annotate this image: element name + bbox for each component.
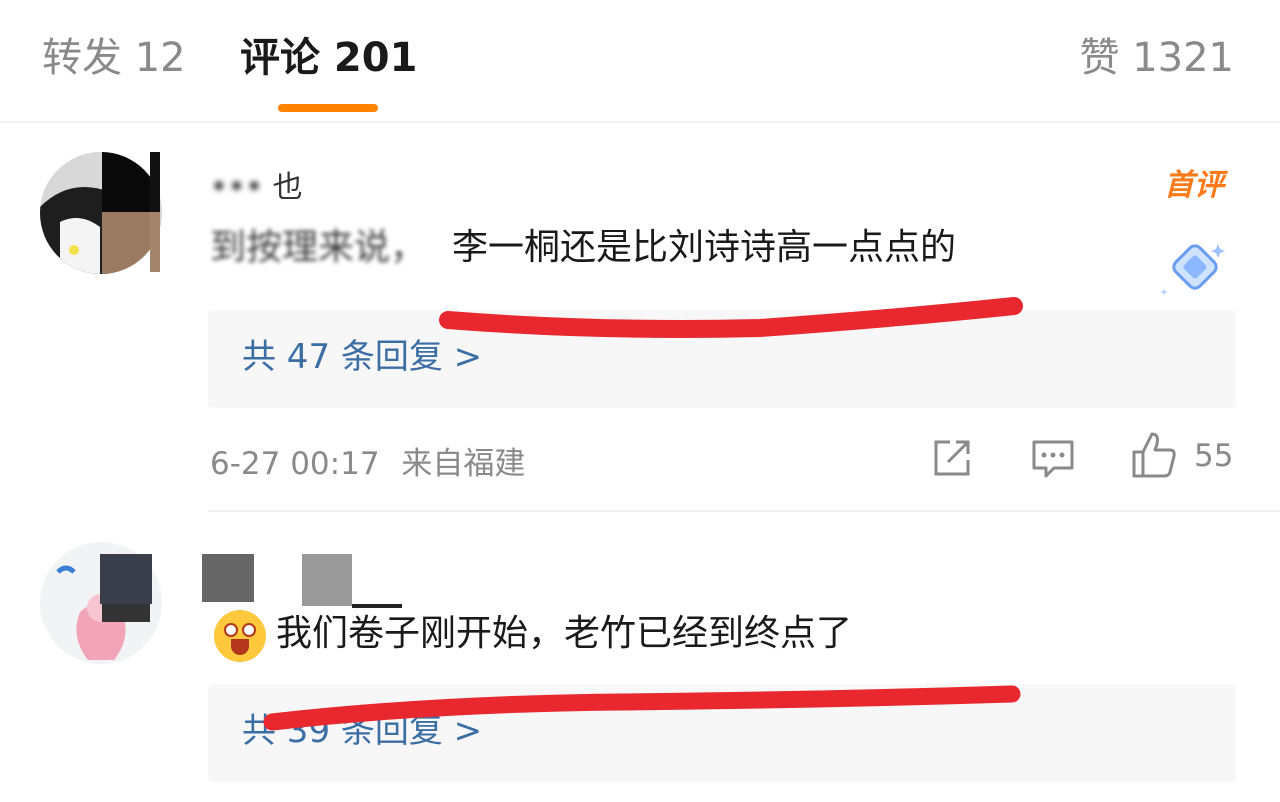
replies-panel[interactable]: 共 47 条回复 > [208, 310, 1236, 408]
comment-separator [208, 510, 1280, 512]
location: 来自福建 [401, 446, 526, 482]
diamond-icon [1160, 244, 1225, 296]
avatar-image-icon [40, 152, 162, 274]
active-tab-indicator [278, 104, 378, 112]
like-count: 55 [1194, 438, 1234, 474]
avatar[interactable] [40, 152, 162, 274]
view-replies-link[interactable]: 共 47 条回复 > [242, 332, 482, 382]
username[interactable]: ••• 也 [210, 162, 303, 206]
first-comment-badge: 首评 [1164, 168, 1224, 203]
repost-icon[interactable] [930, 436, 974, 480]
mosaic-censor [150, 152, 160, 272]
username-fragment: 也 [272, 170, 303, 205]
comment-text: 到按理来说， 李一桐还是比刘诗诗高一点点的 [210, 224, 956, 272]
view-replies-link[interactable]: 共 39 条回复 > [242, 706, 482, 756]
tab-likes[interactable]: 赞 1321 [1079, 30, 1234, 86]
reply-icon[interactable] [1030, 438, 1076, 480]
grin-emoji-icon [214, 610, 266, 662]
like-icon[interactable] [1130, 430, 1178, 480]
comment-item: ••• 也 首评 到按理来说， 李一桐还是比刘诗诗高一点点的 共 47 条回复 >… [0, 122, 1280, 522]
comment-text: 我们卷子刚开始，老竹已经到终点了 [276, 613, 853, 654]
replies-panel[interactable]: 共 39 条回复 > [208, 684, 1236, 782]
timestamp: 6-27 00:17 [210, 446, 380, 482]
tab-repost[interactable]: 转发 12 [42, 30, 186, 86]
comment-meta: 6-27 00:17 来自福建 [210, 438, 525, 483]
comment-item: 我们卷子刚开始，老竹已经到终点了 共 39 条回复 > [0, 522, 1280, 802]
comment-text-main: 李一桐还是比刘诗诗高一点点的 [452, 227, 957, 268]
tab-comments[interactable]: 评论 201 [240, 30, 417, 86]
comment-text-obscured: 到按理来说， [210, 227, 427, 268]
tab-bar: 转发 12 评论 201 赞 1321 [0, 0, 1280, 123]
username-mosaic [202, 554, 402, 608]
mosaic-censor [100, 554, 152, 604]
